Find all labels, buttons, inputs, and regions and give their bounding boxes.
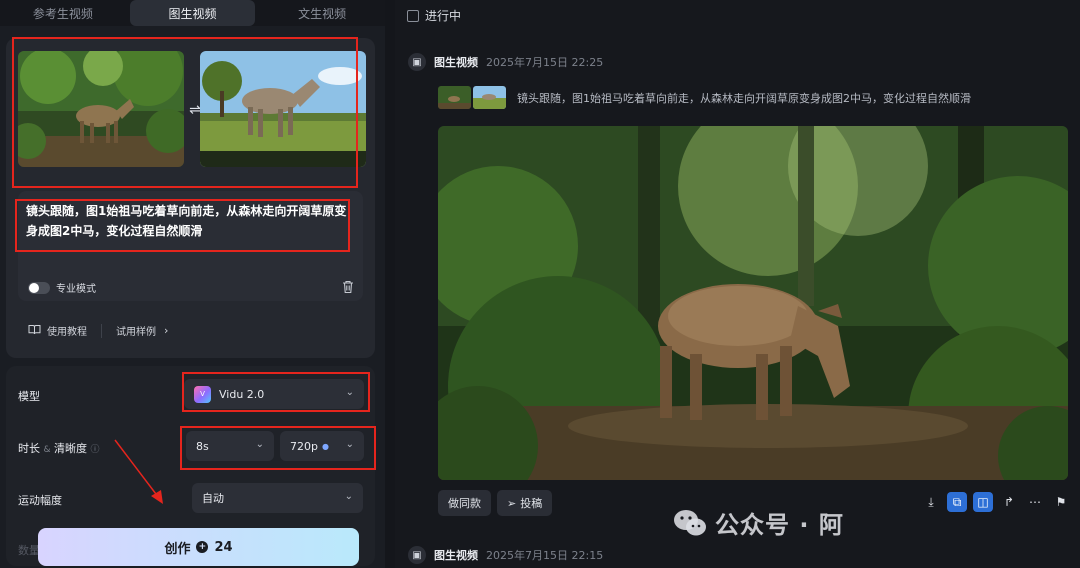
motion-select[interactable]: 自动 ⌄ — [192, 483, 363, 513]
video-actions: ⤓ ⧉ ◫ ↱ ⋯ ⚑ — [921, 492, 1071, 512]
create-label: 创作 — [164, 541, 191, 557]
results-panel: 进行中 ▣ 图生视频 2025年7月15日 22:25 镜头跟随，图1始祖马吃着… — [395, 0, 1080, 568]
entry-time: 2025年7月15日 22:15 — [486, 549, 604, 562]
try-sample-link[interactable]: 试用样例 — [116, 323, 156, 338]
watermark-text: 公众号 · 阿 — [715, 511, 844, 539]
in-progress-checkbox[interactable] — [407, 9, 419, 22]
more-icon[interactable]: ⋯ — [1025, 492, 1045, 512]
tv-icon: ▣ — [408, 53, 426, 71]
send-icon: ➢ — [507, 496, 517, 510]
duration-clarity-label: 时长 & 清晰度 ⓘ — [18, 440, 100, 456]
help-links: 使用教程 试用样例 › — [28, 323, 168, 338]
clarity-label: 清晰度 — [54, 442, 88, 455]
entry-header: ▣ 图生视频 2025年7月15日 22:25 — [408, 53, 603, 71]
highlight-model — [182, 372, 370, 412]
same-style-label: 做同款 — [448, 497, 481, 510]
chevron-down-icon: ⌄ — [344, 491, 353, 502]
tv-icon: ▣ — [408, 546, 426, 564]
mode-tabs: 参考生视频 图生视频 文生视频 — [0, 0, 385, 26]
left-panel: 参考生视频 图生视频 文生视频 ⇌ 镜头跟随，图1始祖马吃着草向前走，从森林走向… — [0, 0, 385, 568]
tab-image-to-video[interactable]: 图生视频 — [129, 0, 256, 26]
motion-value: 自动 — [202, 492, 224, 505]
create-button[interactable]: 创作 + 24 — [38, 528, 359, 566]
entry-reference-images — [438, 86, 506, 109]
entry-prompt: 镜头跟随，图1始祖马吃着草向前走，从森林走向开阔草原变身成图2中马，变化过程自然… — [517, 92, 971, 105]
tab-text-to-video[interactable]: 文生视频 — [259, 0, 385, 26]
entry-type: 图生视频 — [434, 56, 478, 69]
split-icon[interactable]: ◫ — [973, 492, 993, 512]
trash-icon[interactable] — [341, 280, 355, 294]
download-icon[interactable]: ⤓ — [921, 492, 941, 512]
in-progress-filter[interactable]: 进行中 — [407, 7, 461, 24]
watermark: 公众号 · 阿 — [673, 505, 844, 540]
pro-mode-toggle[interactable] — [28, 281, 50, 294]
generated-video[interactable] — [438, 126, 1068, 480]
highlight-prompt — [15, 199, 350, 252]
entry-type: 图生视频 — [434, 549, 478, 562]
create-cost: 24 — [214, 539, 233, 555]
highlight-images — [12, 37, 358, 188]
book-icon — [28, 324, 41, 338]
tutorial-link[interactable]: 使用教程 — [47, 323, 87, 338]
submit-label: 投稿 — [520, 497, 543, 510]
pro-mode-row: 专业模式 — [28, 280, 96, 295]
duration-label: 时长 — [18, 442, 40, 455]
highlight-duration — [180, 426, 376, 470]
pro-mode-label: 专业模式 — [56, 284, 96, 295]
extend-icon[interactable]: ⧉ — [947, 492, 967, 512]
same-style-button[interactable]: 做同款 — [438, 490, 491, 516]
motion-label: 运动幅度 — [18, 494, 62, 507]
quantity-label: 数量 — [18, 544, 40, 557]
entry-ref-image-2[interactable] — [473, 86, 506, 109]
share-icon[interactable]: ↱ — [999, 492, 1019, 512]
input-card: ⇌ 镜头跟随，图1始祖马吃着草向前走，从森林走向开阔草原变身成图2中马，变化过程… — [6, 37, 375, 358]
bookmark-icon[interactable]: ⚑ — [1051, 492, 1071, 512]
submit-button[interactable]: ➢ 投稿 — [497, 490, 553, 516]
amp-label: & — [43, 445, 51, 455]
chevron-right-icon: › — [164, 324, 169, 337]
entry-ref-image-1[interactable] — [438, 86, 471, 109]
entry-header: ▣ 图生视频 2025年7月15日 22:15 — [408, 546, 603, 564]
wechat-icon — [674, 509, 706, 535]
entry-time: 2025年7月15日 22:25 — [486, 56, 604, 69]
divider — [101, 323, 102, 338]
model-label: 模型 — [18, 390, 40, 403]
credit-icon: + — [196, 541, 209, 553]
tab-reference-video[interactable]: 参考生视频 — [0, 0, 126, 26]
in-progress-label: 进行中 — [425, 9, 462, 23]
info-icon: ⓘ — [90, 445, 100, 455]
red-arrow-annotation — [114, 439, 163, 504]
